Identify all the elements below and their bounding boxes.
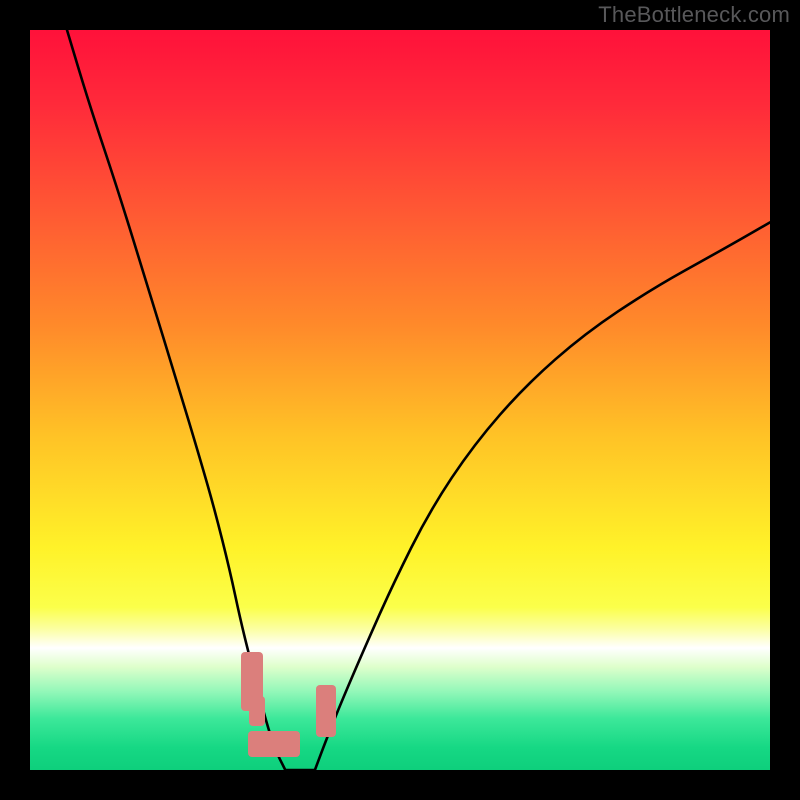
curve-marker [248, 731, 300, 757]
curve-marker [316, 685, 337, 737]
chart-frame: TheBottleneck.com [0, 0, 800, 800]
bottleneck-curve [30, 30, 770, 770]
curve-marker [249, 696, 265, 726]
watermark-text: TheBottleneck.com [598, 2, 790, 28]
plot-area [30, 30, 770, 770]
curve-right-branch [315, 222, 770, 770]
